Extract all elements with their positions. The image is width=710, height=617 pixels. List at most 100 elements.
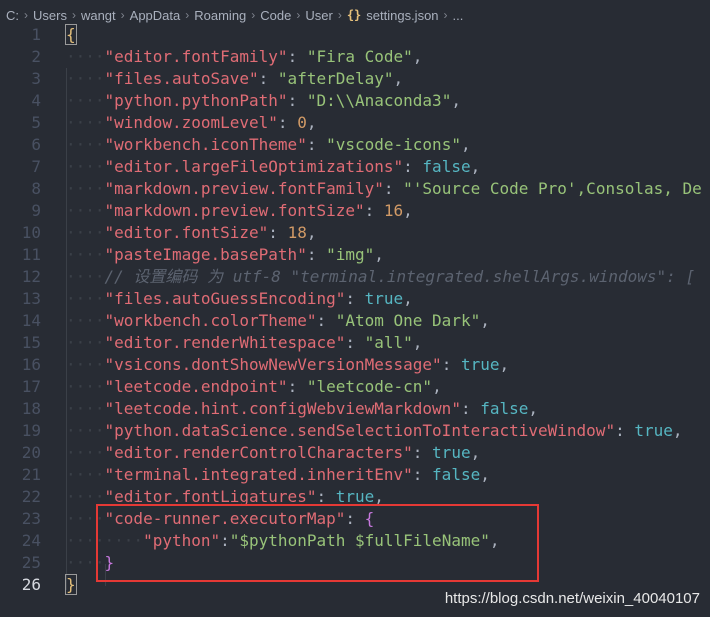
code-token: "img" xyxy=(326,245,375,264)
code-content: ····"window.zoomLevel": 0, xyxy=(66,112,316,134)
code-token: , xyxy=(528,399,539,418)
code-token: , xyxy=(460,135,471,154)
breadcrumb-item[interactable]: Users xyxy=(33,8,67,23)
code-line[interactable]: 19 ····"python.dataScience.sendSelectionT… xyxy=(0,420,710,442)
breadcrumb-item[interactable]: C: xyxy=(6,8,19,23)
json-file-icon: {} xyxy=(346,8,362,22)
code-token: ···· xyxy=(66,333,105,352)
code-token: true xyxy=(364,289,404,308)
code-token: : xyxy=(287,47,307,66)
code-token: ···· xyxy=(66,69,105,88)
code-token: "leetcode.endpoint" xyxy=(104,377,288,396)
code-line[interactable]: 12 ····// 设置编码 为 utf-8 "terminal.integrat… xyxy=(0,266,710,288)
code-token: : xyxy=(403,157,423,176)
code-token: "afterDelay" xyxy=(277,69,394,88)
line-number: 21 xyxy=(21,465,41,484)
breadcrumb-item[interactable]: User xyxy=(305,8,332,23)
code-line[interactable]: 7 ····"editor.largeFileOptimizations": fa… xyxy=(0,156,710,178)
code-token: : xyxy=(287,377,307,396)
code-line[interactable]: 13 ····"files.autoGuessEncoding": true, xyxy=(0,288,710,310)
code-content: ····"editor.fontFamily": "Fira Code", xyxy=(66,46,422,68)
code-token: "pasteImage.basePath" xyxy=(104,245,307,264)
code-line[interactable]: 21 ····"terminal.integrated.inheritEnv": … xyxy=(0,464,710,486)
code-line[interactable]: 11 ····"pasteImage.basePath": "img", xyxy=(0,244,710,266)
code-token: "editor.fontSize" xyxy=(104,223,269,242)
code-line[interactable]: 5 ····"window.zoomLevel": 0, xyxy=(0,112,710,134)
code-line[interactable]: 9 ····"markdown.preview.fontSize": 16, xyxy=(0,200,710,222)
code-token: ···· xyxy=(66,245,105,264)
code-line[interactable]: 10 ····"editor.fontSize": 18, xyxy=(0,222,710,244)
code-line[interactable]: 17 ····"leetcode.endpoint": "leetcode-cn"… xyxy=(0,376,710,398)
code-token: : xyxy=(306,135,327,154)
code-line[interactable]: 14 ····"workbench.colorTheme": "Atom One … xyxy=(0,310,710,332)
code-token: "files.autoGuessEncoding" xyxy=(104,289,346,308)
code-line[interactable]: 15 ····"editor.renderWhitespace": "all", xyxy=(0,332,710,354)
line-number: 25 xyxy=(21,553,41,572)
code-token: false xyxy=(432,465,481,484)
code-token: "markdown.preview.fontFamily" xyxy=(104,179,384,198)
code-token: , xyxy=(480,465,490,484)
code-content: ····"editor.fontSize": 18, xyxy=(66,222,316,244)
code-token: "workbench.iconTheme" xyxy=(104,135,307,154)
code-content: ····"editor.renderWhitespace": "all", xyxy=(66,332,422,354)
code-token: 18 xyxy=(287,223,307,242)
code-token: : xyxy=(287,91,307,110)
code-token: "editor.renderWhitespace" xyxy=(104,333,346,352)
code-line[interactable]: 1{ xyxy=(0,24,710,46)
code-line[interactable]: 8 ····"markdown.preview.fontFamily": "'So… xyxy=(0,178,710,200)
breadcrumb-item[interactable]: AppData xyxy=(130,8,181,23)
code-line[interactable]: 4 ····"python.pythonPath": "D:\\Anaconda3… xyxy=(0,90,710,112)
code-token: , xyxy=(403,201,413,220)
code-content: ····"python.dataScience.sendSelectionToI… xyxy=(66,420,683,442)
line-number: 24 xyxy=(21,531,41,550)
code-content: ····"workbench.colorTheme": "Atom One Da… xyxy=(66,310,490,332)
code-token: ···· xyxy=(66,135,105,154)
code-token: "files.autoSave" xyxy=(104,69,259,88)
code-line[interactable]: 20 ····"editor.renderControlCharacters": … xyxy=(0,442,710,464)
code-token: ···· xyxy=(66,421,105,440)
code-line[interactable]: 6 ····"workbench.iconTheme": "vscode-icon… xyxy=(0,134,710,156)
breadcrumb-ellipsis[interactable]: ... xyxy=(453,8,464,23)
line-number: 8 xyxy=(31,179,41,198)
code-token: "leetcode.hint.configWebviewMarkdown" xyxy=(104,399,461,418)
code-content: ····"files.autoSave": "afterDelay", xyxy=(66,68,403,90)
line-number: 14 xyxy=(21,311,41,330)
chevron-right-icon: › xyxy=(443,8,448,22)
code-token: "editor.largeFileOptimizations" xyxy=(104,157,404,176)
code-token: false xyxy=(480,399,529,418)
line-number: 12 xyxy=(21,267,41,286)
code-token: "vsicons.dontShowNewVersionMessage" xyxy=(104,355,442,374)
code-token: "'Source Code Pro',Consolas, De xyxy=(403,179,702,198)
code-token: "python.pythonPath" xyxy=(104,91,288,110)
code-token: 16 xyxy=(383,201,404,220)
code-content: ····"vsicons.dontShowNewVersionMessage":… xyxy=(66,354,509,376)
code-line[interactable]: 18 ····"leetcode.hint.configWebviewMarkdo… xyxy=(0,398,710,420)
code-token: ···· xyxy=(66,179,105,198)
line-number: 17 xyxy=(21,377,41,396)
line-number: 20 xyxy=(21,443,41,462)
code-content: { xyxy=(65,24,77,46)
code-token: "vscode-icons" xyxy=(326,135,461,154)
code-content: } xyxy=(65,574,77,596)
code-token: "terminal.integrated.inheritEnv" xyxy=(104,465,413,484)
line-number: 6 xyxy=(31,135,41,154)
code-token: : xyxy=(268,223,288,242)
breadcrumb-file-name[interactable]: settings.json xyxy=(366,8,438,23)
code-token: : xyxy=(412,465,433,484)
breadcrumb-item[interactable]: Roaming xyxy=(194,8,246,23)
code-token: "editor.renderControlCharacters" xyxy=(104,443,413,462)
code-token: "all" xyxy=(364,333,413,352)
line-number: 11 xyxy=(21,245,41,264)
code-line[interactable]: 2 ····"editor.fontFamily": "Fira Code", xyxy=(0,46,710,68)
code-line[interactable]: 3 ····"files.autoSave": "afterDelay", xyxy=(0,68,710,90)
code-line[interactable]: 16 ····"vsicons.dontShowNewVersionMessage… xyxy=(0,354,710,376)
line-number: 4 xyxy=(31,91,41,110)
chevron-right-icon: › xyxy=(71,8,76,22)
code-token: false xyxy=(422,157,471,176)
line-number: 10 xyxy=(21,223,41,242)
breadcrumb-item[interactable]: wangt xyxy=(81,8,116,23)
code-token: ···· xyxy=(66,113,105,132)
code-token: ···· xyxy=(66,157,105,176)
code-token: : xyxy=(460,399,481,418)
breadcrumb-item[interactable]: Code xyxy=(260,8,291,23)
